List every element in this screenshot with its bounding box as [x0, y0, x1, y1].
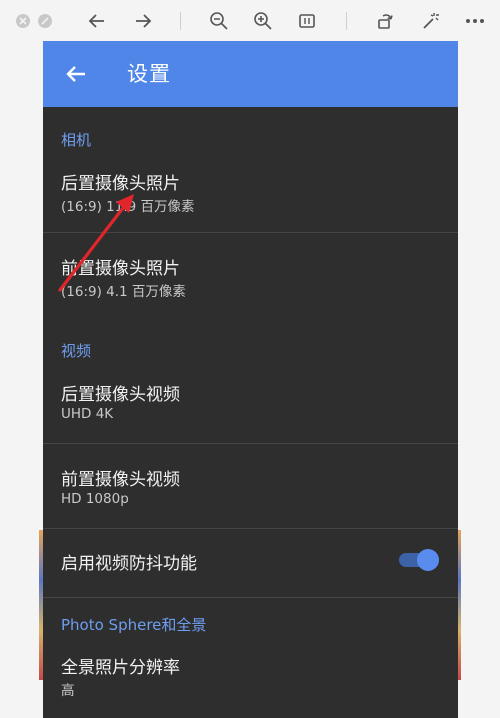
more-icon[interactable]: [462, 8, 488, 34]
setting-value: (16:9) 11.9 百万像素: [61, 199, 195, 215]
setting-value: (16:9) 4.1 百万像素: [61, 284, 186, 300]
divider: [43, 528, 458, 529]
app-bar: 设置: [43, 41, 458, 107]
setting-title: 后置摄像头视频: [61, 385, 180, 405]
stabilization-toggle[interactable]: [399, 547, 439, 573]
close-window-icon[interactable]: [16, 14, 30, 28]
divider: [43, 597, 458, 598]
setting-value: UHD 4K: [61, 406, 114, 422]
arrow-left-icon[interactable]: [63, 61, 89, 87]
setting-title: 启用视频防抖功能: [61, 554, 197, 574]
zoom-in-icon[interactable]: [250, 8, 276, 34]
toolbar-divider: [346, 12, 347, 30]
image-viewer-toolbar: [0, 0, 500, 42]
divider: [43, 232, 458, 233]
setting-title: 前置摄像头视频: [61, 470, 180, 490]
setting-value: 高: [61, 683, 75, 699]
setting-title: 全景照片分辨率: [61, 658, 180, 678]
page-title: 设置: [127, 62, 171, 86]
forward-arrow-icon[interactable]: [130, 8, 156, 34]
setting-title: 前置摄像头照片: [61, 259, 180, 279]
setting-title: 后置摄像头照片: [61, 174, 180, 194]
stop-icon[interactable]: [38, 14, 52, 28]
section-title-camera: 相机: [61, 131, 92, 149]
divider: [43, 443, 458, 444]
toggle-thumb: [417, 549, 439, 571]
zoom-out-icon[interactable]: [206, 8, 232, 34]
magic-wand-icon[interactable]: [418, 8, 444, 34]
toolbar-divider: [180, 12, 181, 30]
section-title-video: 视频: [61, 342, 92, 360]
setting-value: HD 1080p: [61, 491, 129, 507]
section-title-photosphere: Photo Sphere和全景: [61, 616, 207, 634]
settings-screen: 设置 相机 后置摄像头照片 (16:9) 11.9 百万像素 前置摄像头照片 (…: [43, 41, 458, 718]
rotate-icon[interactable]: [372, 8, 398, 34]
fit-page-icon[interactable]: [294, 8, 320, 34]
back-arrow-icon[interactable]: [84, 8, 110, 34]
